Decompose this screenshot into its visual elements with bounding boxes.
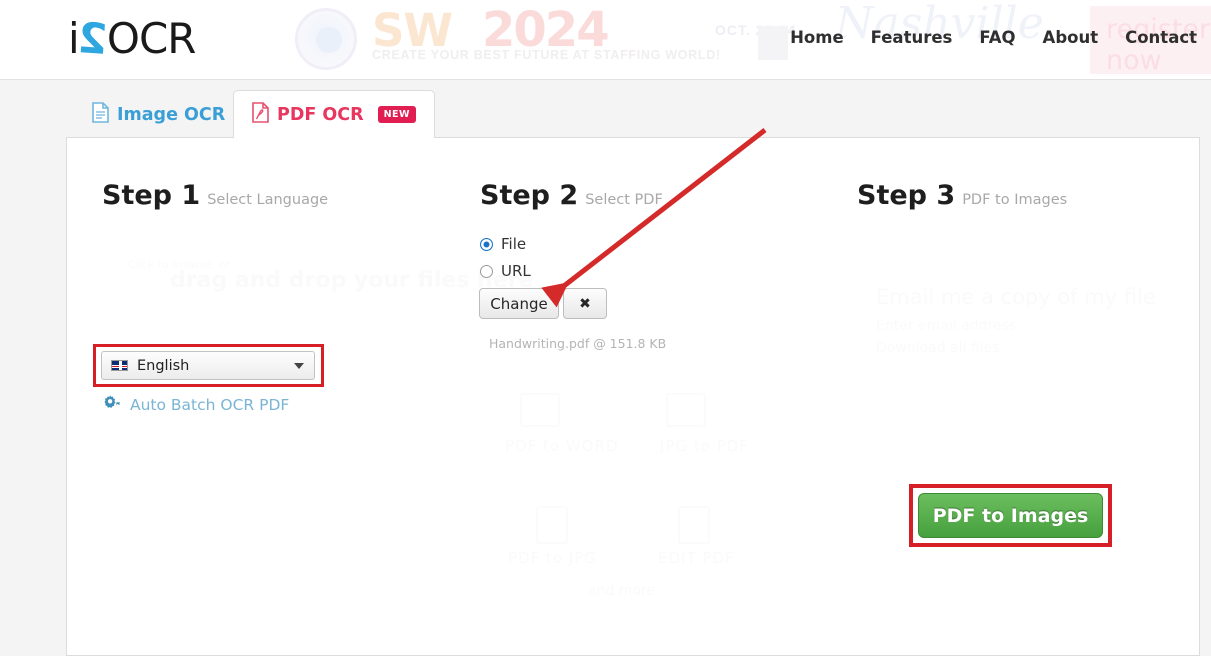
language-select[interactable]: English [101,351,315,380]
change-button[interactable]: Change [479,288,559,319]
step3-title: Step 3 [857,180,956,211]
radio-file-icon[interactable] [480,237,493,251]
step1-subtitle: Select Language [207,192,329,208]
tab-image-ocr-label: Image OCR [117,105,226,125]
step3-heading: Step 3 PDF to Images [857,180,1067,211]
source-option-url[interactable]: URL [480,262,531,280]
step1-heading: Step 1 Select Language [102,180,328,211]
step2-heading: Step 2 Select PDF [480,180,663,211]
pdf-icon [252,101,269,128]
promo-logo-mark-icon [758,26,788,60]
site-header: SW 2024 OCT. 22-24 Nashville CREATE YOUR… [0,0,1211,80]
remove-file-button[interactable]: ✖ [563,288,607,319]
selected-file-info: Handwriting.pdf @ 151.8 KB [489,336,667,351]
promo-tagline: CREATE YOUR BEST FUTURE AT STAFFING WORL… [372,48,721,62]
auto-batch-ocr-pdf-label: Auto Batch OCR PDF [130,395,290,414]
step1-title: Step 1 [102,180,201,211]
step2-title: Step 2 [480,180,579,211]
source-option-file-label: File [501,235,527,253]
new-badge: NEW [377,106,417,123]
source-option-file[interactable]: File [480,235,526,253]
nav-item-about[interactable]: About [1043,28,1099,47]
nav-item-home[interactable]: Home [790,28,844,47]
tab-image-ocr[interactable]: Image OCR [74,92,243,138]
nav-item-features[interactable]: Features [871,28,953,47]
site-logo[interactable]: i2OCR [68,13,197,64]
document-icon [92,102,109,128]
step3-subtitle: PDF to Images [962,192,1068,208]
promo-seal-icon [295,8,357,70]
gears-icon [104,394,122,415]
page-root: SW 2024 OCT. 22-24 Nashville CREATE YOUR… [0,0,1211,656]
tab-bar: Image OCR PDF OCR NEW [66,88,1200,138]
language-select-value: English [137,357,190,374]
nav-item-faq[interactable]: FAQ [979,28,1015,47]
radio-url-icon[interactable] [480,264,493,278]
logo-part-ocr: OCR [106,14,197,63]
pdf-to-images-button[interactable]: PDF to Images [918,493,1103,538]
main-nav: Home Features FAQ About Contact [790,28,1197,47]
chevron-down-icon [294,362,304,369]
uk-flag-icon [111,360,128,371]
logo-part-two: 2 [76,13,109,64]
tab-pdf-ocr-label: PDF OCR [277,104,364,125]
auto-batch-ocr-pdf-link[interactable]: Auto Batch OCR PDF [104,394,289,415]
source-option-url-label: URL [501,262,531,280]
tab-pdf-ocr[interactable]: PDF OCR NEW [233,90,436,138]
nav-item-contact[interactable]: Contact [1125,28,1197,47]
step2-subtitle: Select PDF [585,192,663,208]
